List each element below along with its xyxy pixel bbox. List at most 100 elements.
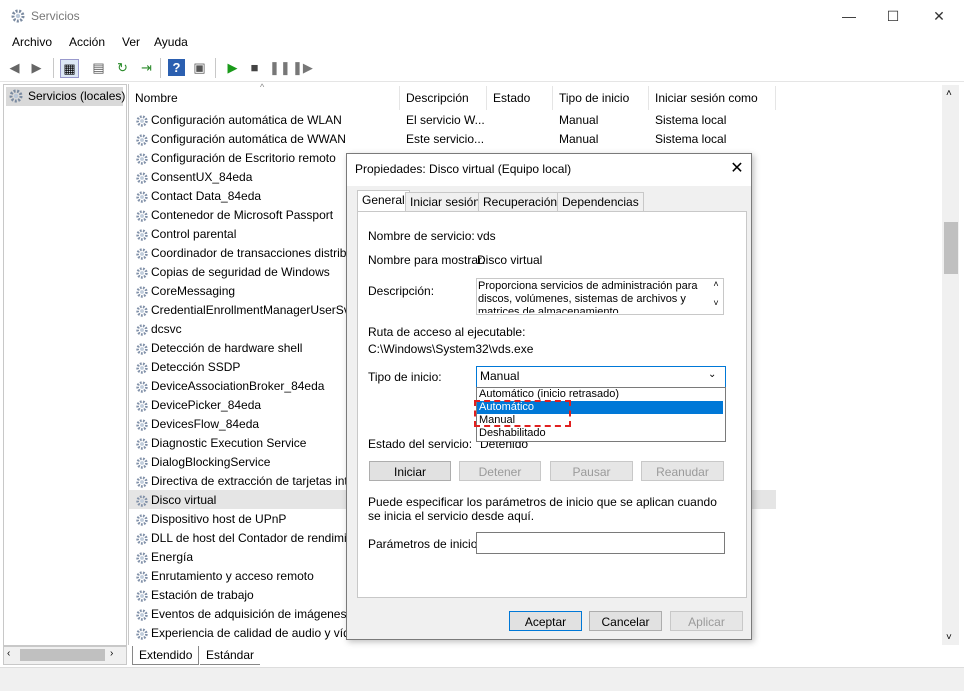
tree-item-label: Servicios (locales): [28, 89, 126, 103]
toolbar-separator: [160, 58, 161, 78]
service-row-name[interactable]: DevicesFlow_84eda: [151, 417, 347, 431]
display-name-value: Disco virtual: [477, 253, 543, 267]
properties-list-icon[interactable]: ▤: [90, 59, 107, 76]
resume-service-button[interactable]: Reanudar: [641, 461, 724, 481]
service-row-name[interactable]: DevicePicker_84eda: [151, 398, 347, 412]
scroll-right-icon[interactable]: ›: [110, 648, 113, 659]
column-header-description[interactable]: Descripción: [406, 91, 469, 105]
service-row-name[interactable]: Energía: [151, 550, 347, 564]
tab-recuperacion[interactable]: Recuperación: [478, 192, 563, 212]
column-header-startup[interactable]: Tipo de inicio: [559, 91, 629, 105]
tab-estandar[interactable]: Estándar: [200, 646, 261, 665]
stop-icon[interactable]: ■: [246, 59, 263, 76]
service-row-name[interactable]: Eventos de adquisición de imágenes: [151, 607, 347, 621]
scroll-down-icon[interactable]: ˅: [946, 632, 952, 643]
column-header-logon[interactable]: Iniciar sesión como: [655, 91, 758, 105]
play-icon[interactable]: ▶: [224, 59, 241, 76]
dialog-close-icon[interactable]: ✕: [726, 158, 748, 180]
ok-button[interactable]: Aceptar: [509, 611, 582, 631]
tab-extendido[interactable]: Extendido: [132, 646, 200, 665]
tab-general[interactable]: General: [357, 190, 410, 212]
console-tree-icon[interactable]: ▦: [60, 59, 79, 78]
back-icon[interactable]: ◀: [6, 59, 23, 76]
stop-service-button[interactable]: Detener: [459, 461, 541, 481]
service-gear-icon: [135, 456, 149, 470]
service-row-name[interactable]: Configuración automática de WWAN: [151, 132, 347, 146]
service-row-name[interactable]: DeviceAssociationBroker_84eda: [151, 379, 347, 393]
export-list-icon[interactable]: ⇥: [138, 59, 155, 76]
service-status-label: Estado del servicio:: [368, 437, 473, 451]
service-gear-icon: [135, 266, 149, 280]
service-row-name[interactable]: ConsentUX_84eda: [151, 170, 347, 184]
menu-accion[interactable]: Acción: [69, 35, 105, 49]
menu-archivo[interactable]: Archivo: [12, 35, 52, 49]
column-header-status[interactable]: Estado: [493, 91, 530, 105]
apply-button[interactable]: Aplicar: [670, 611, 743, 631]
service-gear-icon: [135, 513, 149, 527]
service-gear-icon: [135, 133, 149, 147]
sort-chevron-icon: ^: [260, 82, 265, 92]
column-header-name[interactable]: Nombre: [135, 91, 178, 105]
refresh-icon[interactable]: ↻: [114, 59, 131, 76]
service-name-label: Nombre de servicio:: [368, 229, 475, 243]
forward-icon[interactable]: ▶: [28, 59, 45, 76]
service-gear-icon: [135, 608, 149, 622]
toolbar-separator: [215, 58, 216, 78]
service-row-name[interactable]: Detección SSDP: [151, 360, 347, 374]
restart-icon[interactable]: ❚▶: [292, 59, 313, 76]
service-row-name[interactable]: Disco virtual: [151, 493, 347, 507]
service-row-name[interactable]: Diagnostic Execution Service: [151, 436, 347, 450]
service-row-name[interactable]: Estación de trabajo: [151, 588, 347, 602]
service-row-name[interactable]: CredentialEnrollmentManagerUserSvc: [151, 303, 347, 317]
start-service-button[interactable]: Iniciar: [369, 461, 451, 481]
chevron-up-icon[interactable]: ˄: [709, 279, 723, 293]
cancel-button[interactable]: Cancelar: [589, 611, 662, 631]
tab-dependencias[interactable]: Dependencias: [557, 192, 644, 212]
menu-ver[interactable]: Ver: [122, 35, 140, 49]
close-button[interactable]: ✕: [916, 0, 962, 32]
service-row-name[interactable]: dcsvc: [151, 322, 347, 336]
chevron-down-icon[interactable]: ˅: [709, 298, 723, 312]
service-row-description: El servicio W...: [406, 113, 485, 127]
start-params-input[interactable]: [476, 532, 725, 554]
column-divider[interactable]: [552, 86, 553, 110]
service-row-name[interactable]: Detección de hardware shell: [151, 341, 347, 355]
service-row-name[interactable]: Dispositivo host de UPnP: [151, 512, 347, 526]
service-row-name[interactable]: Configuración de Escritorio remoto: [151, 151, 347, 165]
service-row-name[interactable]: Coordinador de transacciones distrib: [151, 246, 347, 260]
option-disabled[interactable]: Deshabilitado: [477, 427, 723, 440]
view-icon[interactable]: ▣: [191, 59, 208, 76]
service-row-logon: Sistema local: [655, 113, 727, 127]
service-gear-icon: [135, 323, 149, 337]
service-row-name[interactable]: Configuración automática de WLAN: [151, 113, 347, 127]
vertical-scrollbar[interactable]: [942, 85, 959, 645]
service-row-name[interactable]: Experiencia de calidad de audio y víde: [151, 626, 347, 640]
left-scroll-thumb[interactable]: [20, 649, 105, 661]
column-divider[interactable]: [486, 86, 487, 110]
vertical-scroll-thumb[interactable]: [944, 222, 958, 274]
pause-service-button[interactable]: Pausar: [550, 461, 633, 481]
column-divider[interactable]: [399, 86, 400, 110]
help-icon[interactable]: ?: [168, 59, 185, 76]
service-row-name[interactable]: DialogBlockingService: [151, 455, 347, 469]
scroll-left-icon[interactable]: ‹: [7, 648, 10, 659]
service-gear-icon: [135, 570, 149, 584]
service-row-name[interactable]: Control parental: [151, 227, 347, 241]
service-row-name[interactable]: Contenedor de Microsoft Passport: [151, 208, 347, 222]
pause-icon[interactable]: ❚❚: [269, 59, 291, 76]
service-row-name[interactable]: Copias de seguridad de Windows: [151, 265, 347, 279]
service-row-name[interactable]: Directiva de extracción de tarjetas inte: [151, 474, 347, 488]
column-divider[interactable]: [648, 86, 649, 110]
menu-ayuda[interactable]: Ayuda: [154, 35, 188, 49]
column-divider[interactable]: [775, 86, 776, 110]
minimize-button[interactable]: —: [826, 0, 872, 32]
tab-iniciar-sesion[interactable]: Iniciar sesión: [405, 192, 486, 212]
chevron-down-icon[interactable]: ⌄: [708, 369, 716, 380]
start-params-label: Parámetros de inicio:: [368, 537, 481, 551]
scroll-up-icon[interactable]: ˄: [946, 88, 952, 99]
service-row-name[interactable]: Contact Data_84eda: [151, 189, 347, 203]
service-row-name[interactable]: Enrutamiento y acceso remoto: [151, 569, 347, 583]
service-row-name[interactable]: CoreMessaging: [151, 284, 347, 298]
maximize-button[interactable]: ☐: [870, 0, 916, 32]
service-row-name[interactable]: DLL de host del Contador de rendimie: [151, 531, 347, 545]
